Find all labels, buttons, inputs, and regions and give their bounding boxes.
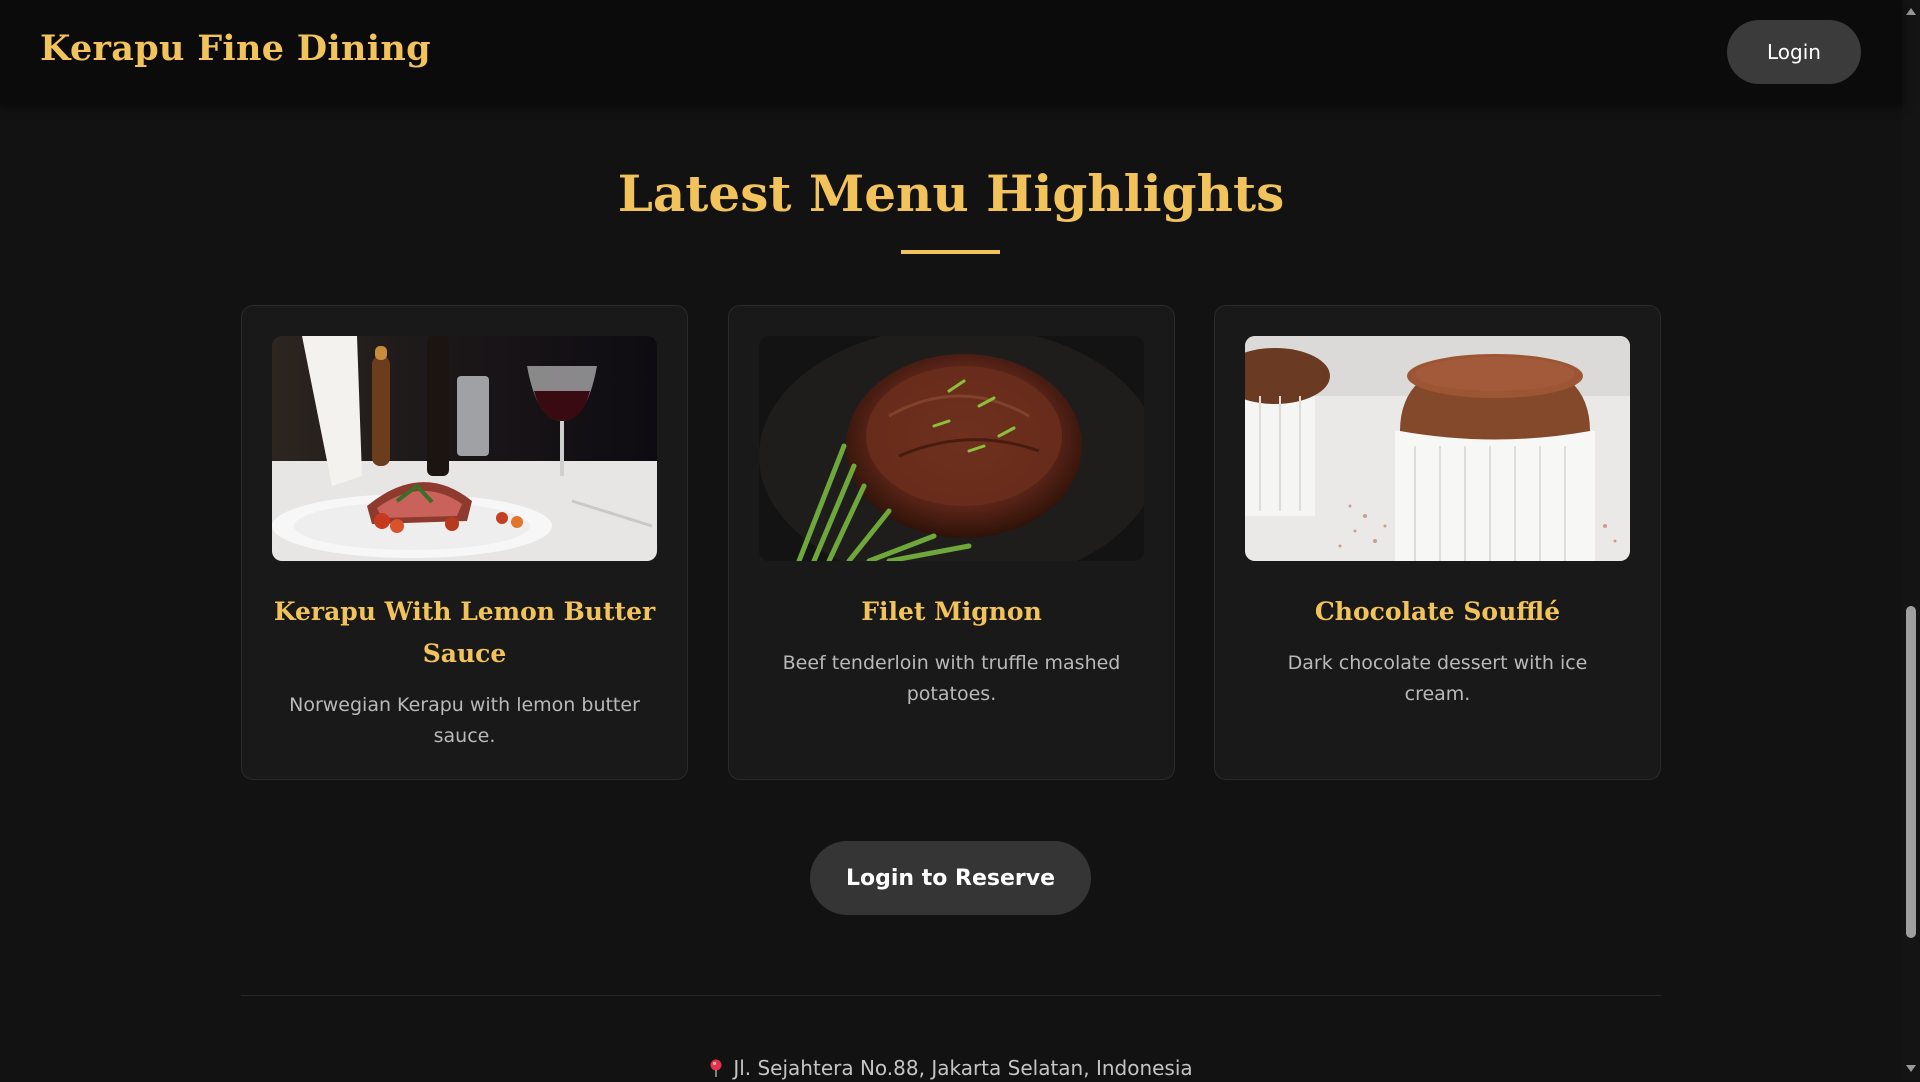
menu-item-image bbox=[272, 336, 657, 561]
menu-item-title: Chocolate Soufflé bbox=[1314, 597, 1561, 626]
menu-item-title: Kerapu With Lemon Butter Sauce bbox=[273, 597, 656, 668]
brand-logo-text[interactable]: Kerapu Fine Dining bbox=[40, 28, 431, 69]
menu-card: Kerapu With Lemon Butter Sauce Norwegian… bbox=[241, 305, 688, 780]
section-title: Latest Menu Highlights bbox=[617, 164, 1285, 223]
vertical-scrollbar[interactable] bbox=[1902, 0, 1920, 1080]
menu-item-description: Dark chocolate dessert with ice cream. bbox=[1287, 652, 1588, 705]
footer-divider bbox=[241, 995, 1661, 996]
login-button[interactable]: Login bbox=[1727, 20, 1861, 84]
menu-item-title: Filet Mignon bbox=[861, 597, 1042, 626]
login-to-reserve-button[interactable]: Login to Reserve bbox=[810, 841, 1091, 915]
footer-address-text: Jl. Sejahtera No.88, Jakarta Selatan, In… bbox=[733, 1056, 1193, 1080]
title-underline bbox=[901, 250, 1000, 254]
map-pin-icon bbox=[709, 1058, 723, 1077]
navbar: Kerapu Fine Dining Login bbox=[0, 0, 1902, 104]
menu-item-image bbox=[759, 336, 1144, 561]
menu-card: Filet Mignon Beef tenderloin with truffl… bbox=[728, 305, 1175, 780]
menu-item-image bbox=[1245, 336, 1630, 561]
menu-item-description: Norwegian Kerapu with lemon butter sauce… bbox=[289, 694, 640, 747]
scroll-down-arrow-icon[interactable] bbox=[1906, 1065, 1916, 1072]
main-content: Latest Menu Highlights Kerapu With Lemon… bbox=[0, 104, 1902, 1080]
scrollbar-thumb[interactable] bbox=[1906, 606, 1916, 938]
scroll-up-arrow-icon[interactable] bbox=[1906, 8, 1916, 15]
menu-card: Chocolate Soufflé Dark chocolate dessert… bbox=[1214, 305, 1661, 780]
menu-item-description: Beef tenderloin with truffle mashed pota… bbox=[782, 652, 1121, 705]
footer-address: Jl. Sejahtera No.88, Jakarta Selatan, In… bbox=[0, 1056, 1902, 1080]
